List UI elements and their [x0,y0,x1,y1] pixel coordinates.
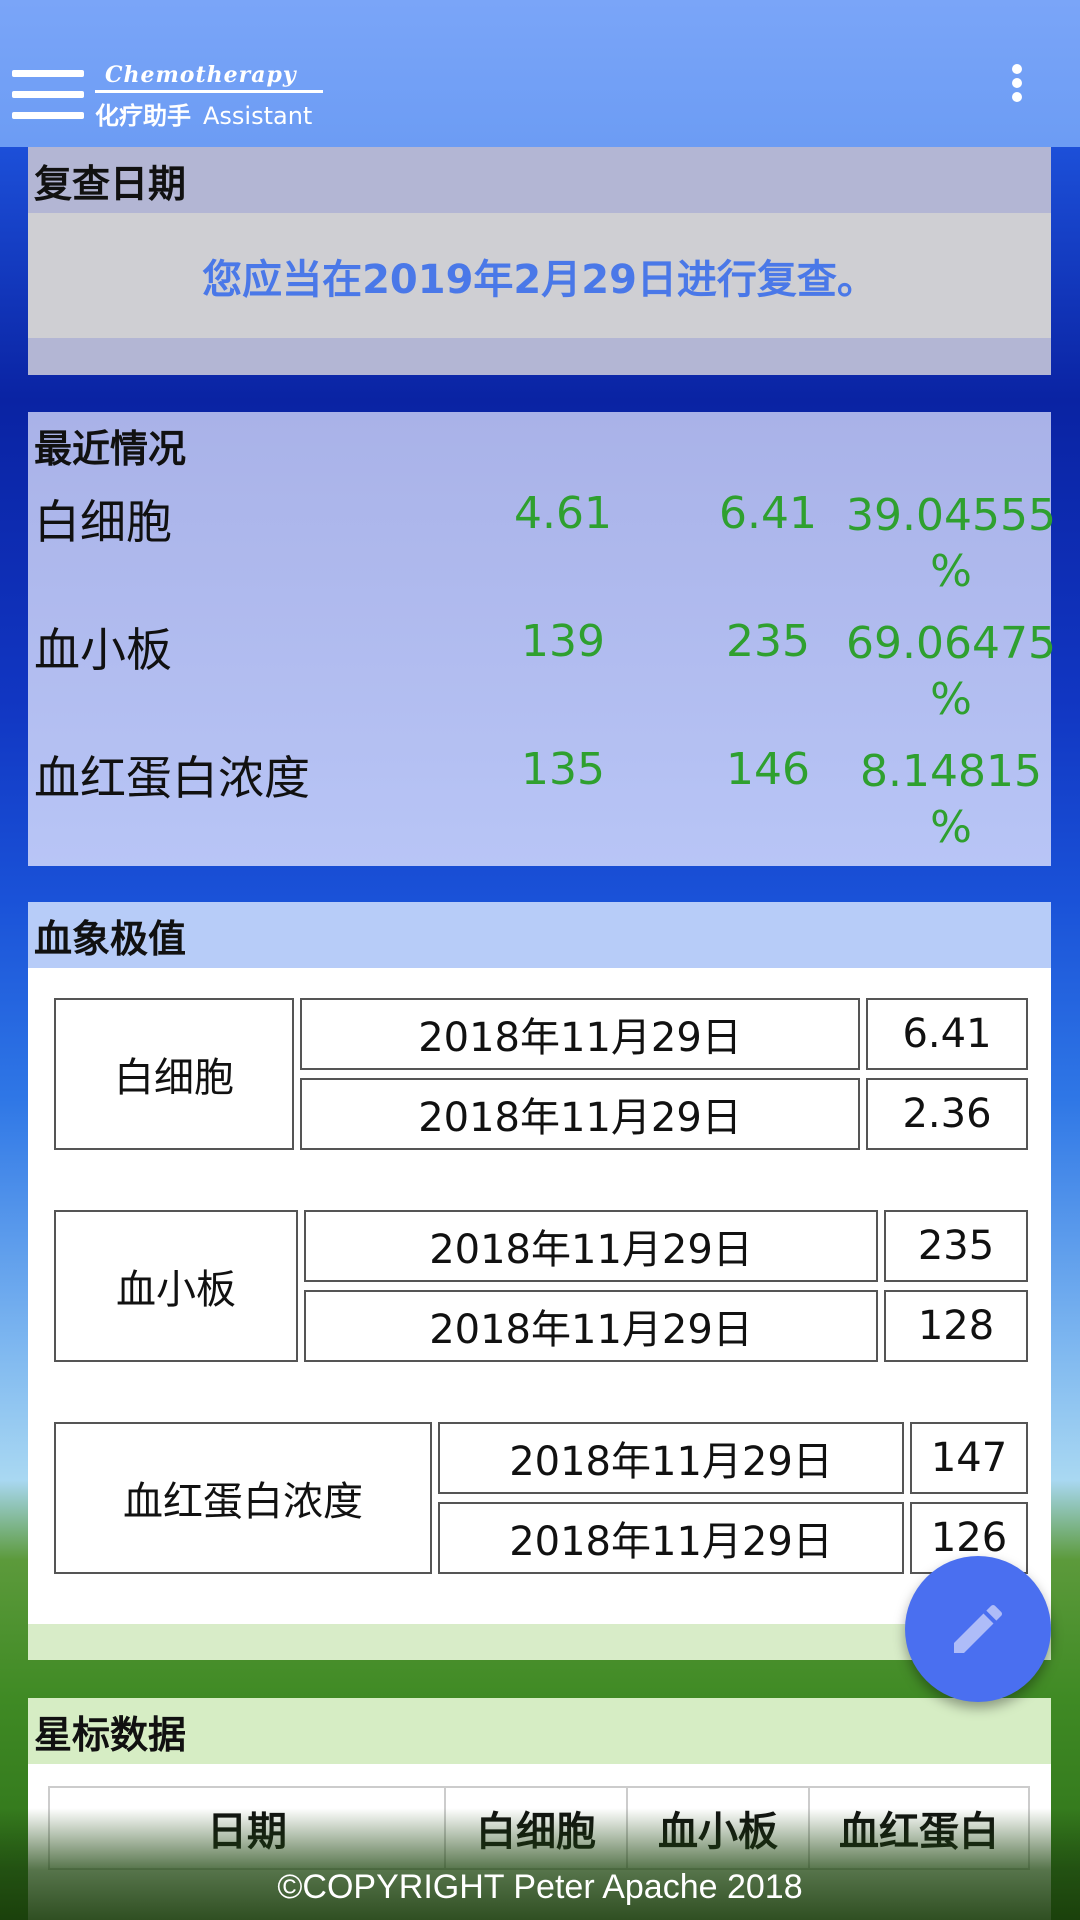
extreme-min-value: 128 [884,1290,1028,1362]
app-bar: Chemotherapy 化疗助手 Assistant [0,0,1080,147]
recent-status-card: 最近情况 白细胞 4.61 6.41 39.04555% 血小板 139 235… [28,412,1056,866]
extreme-max-date: 2018年11月29日 [438,1422,904,1494]
logo-cn-text: 化疗助手 [95,102,191,130]
extreme-min-date: 2018年11月29日 [438,1502,904,1574]
recent-row-hemoglobin: 血红蛋白浓度 135 146 8.14815% [28,734,1051,862]
recent-value-previous: 146 [726,744,810,795]
extreme-max-value: 147 [910,1422,1028,1494]
recent-row-wbc: 白细胞 4.61 6.41 39.04555% [28,478,1056,606]
copyright-text: ©COPYRIGHT Peter Apache 2018 [277,1868,803,1906]
recent-value-percent: 8.14815% [860,746,1042,853]
extreme-min-date: 2018年11月29日 [304,1290,878,1362]
extreme-group-name: 血小板 [54,1210,298,1362]
recent-row-name: 血小板 [34,623,172,677]
logo-en-text: Assistant [203,102,313,130]
recent-value-current: 4.61 [514,488,612,539]
extreme-max-date: 2018年11月29日 [304,1210,878,1282]
edit-fab-button[interactable] [905,1556,1051,1702]
recent-row-name: 白细胞 [34,495,172,549]
recent-row-platelet: 血小板 139 235 69.06475% [28,606,1056,734]
menu-icon[interactable] [12,70,84,126]
recent-value-previous: 6.41 [719,488,817,539]
recent-value-current: 139 [521,616,605,667]
extreme-values-card: 血象极值 白细胞 2018年11月29日 6.41 2018年11月29日 2.… [28,902,1051,1660]
extreme-max-value: 6.41 [866,998,1028,1070]
extreme-group-name: 白细胞 [54,998,294,1150]
starred-title: 星标数据 [28,1698,1051,1764]
more-vert-icon[interactable] [1007,64,1027,108]
recheck-card: 复查日期 您应当在2019年2月29日进行复查。 [28,147,1051,375]
recent-value-previous: 235 [726,616,810,667]
extreme-min-date: 2018年11月29日 [300,1078,860,1150]
extreme-max-value: 235 [884,1210,1028,1282]
recheck-title: 复查日期 [34,161,187,206]
recent-value-percent: 69.06475% [846,618,1056,725]
edit-pencil-icon [954,1604,1003,1653]
logo-script-text: Chemotherapy [105,62,297,88]
recent-title: 最近情况 [34,426,187,471]
recheck-message: 您应当在2019年2月29日进行复查。 [28,213,1051,338]
app-logo: Chemotherapy 化疗助手 Assistant [95,62,323,131]
extreme-group-name: 血红蛋白浓度 [54,1422,432,1574]
recent-value-current: 135 [521,744,605,795]
extreme-card-footer [28,1624,1051,1660]
extreme-min-value: 2.36 [866,1078,1028,1150]
extreme-max-date: 2018年11月29日 [300,998,860,1070]
recent-row-name: 血红蛋白浓度 [34,751,310,805]
recent-value-percent: 39.04555% [846,490,1056,597]
extreme-title: 血象极值 [28,902,1051,968]
